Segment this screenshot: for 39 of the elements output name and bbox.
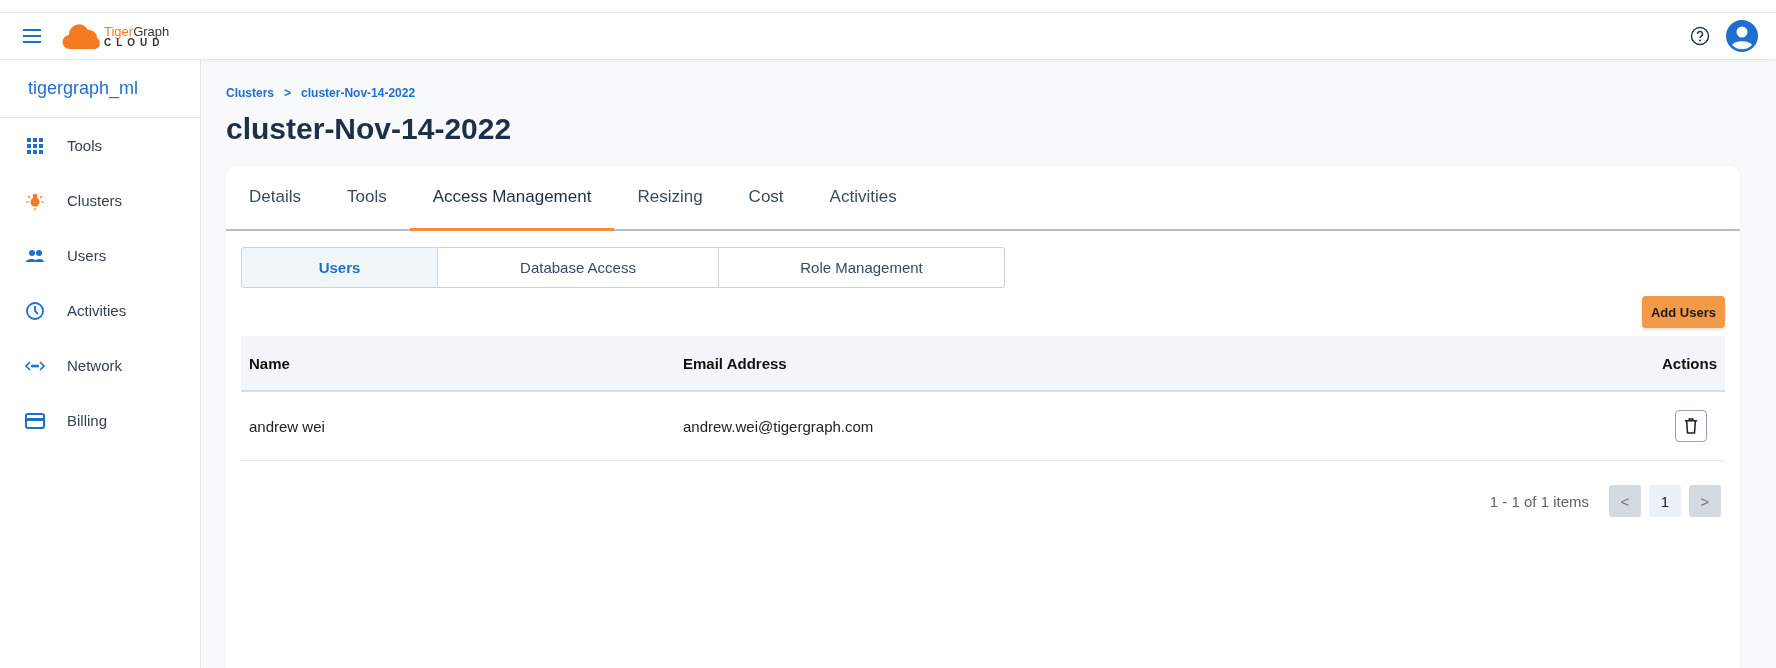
table-cell-text: andrew wei <box>249 417 326 435</box>
avatar-icon[interactable] <box>1726 20 1758 52</box>
tab[interactable]: Activities <box>806 166 920 231</box>
sidebar-item[interactable]: Network <box>0 338 200 393</box>
grid-icon <box>25 135 45 156</box>
tab[interactable]: Cost <box>725 166 807 231</box>
sidebar-item[interactable]: Tools <box>0 118 200 173</box>
help-icon[interactable] <box>1690 26 1710 46</box>
segment-tab[interactable]: Users <box>241 247 438 288</box>
clock-icon <box>25 300 45 321</box>
page-button[interactable]: 1 <box>1649 485 1681 517</box>
breadcrumb-item[interactable]: Clusters <box>226 86 275 100</box>
tab[interactable]: Details <box>226 166 324 231</box>
cloud-logo-icon <box>62 21 102 51</box>
column-header: Email Address <box>683 354 788 372</box>
breadcrumb-item: > <box>284 86 292 100</box>
trash-icon <box>1684 418 1698 434</box>
column-header: Actions <box>1662 354 1717 372</box>
workspace-name[interactable]: tigergraph_ml <box>0 60 200 118</box>
tab[interactable]: Access Management <box>409 166 615 231</box>
sidebar-item[interactable]: Activities <box>0 283 200 338</box>
sidebar-item[interactable]: Clusters <box>0 173 200 228</box>
tab[interactable]: Resizing <box>614 166 726 231</box>
pagination-summary: 1 - 1 of 1 items <box>1489 492 1589 510</box>
sidebar-item[interactable]: Billing <box>0 393 200 448</box>
logo-name: TigerGraph <box>104 24 170 38</box>
table-cell-text: andrew.wei@tigergraph.com <box>683 417 875 435</box>
delete-button[interactable] <box>1675 410 1707 442</box>
add-users-button[interactable]: Add Users <box>1641 296 1725 328</box>
card-icon <box>25 410 45 431</box>
segment-tab[interactable]: Role Management <box>719 247 1005 288</box>
logo-subtitle: CLOUD <box>104 37 165 48</box>
menu-icon[interactable] <box>22 29 42 43</box>
segment-tab[interactable]: Database Access <box>438 247 719 288</box>
page-title: cluster-Nov-14-2022 <box>226 112 513 146</box>
sidebar-item[interactable]: Users <box>0 228 200 283</box>
breadcrumb-item[interactable]: cluster-Nov-14-2022 <box>301 86 416 100</box>
column-header: Name <box>249 354 291 372</box>
tab[interactable]: Tools <box>323 166 410 231</box>
